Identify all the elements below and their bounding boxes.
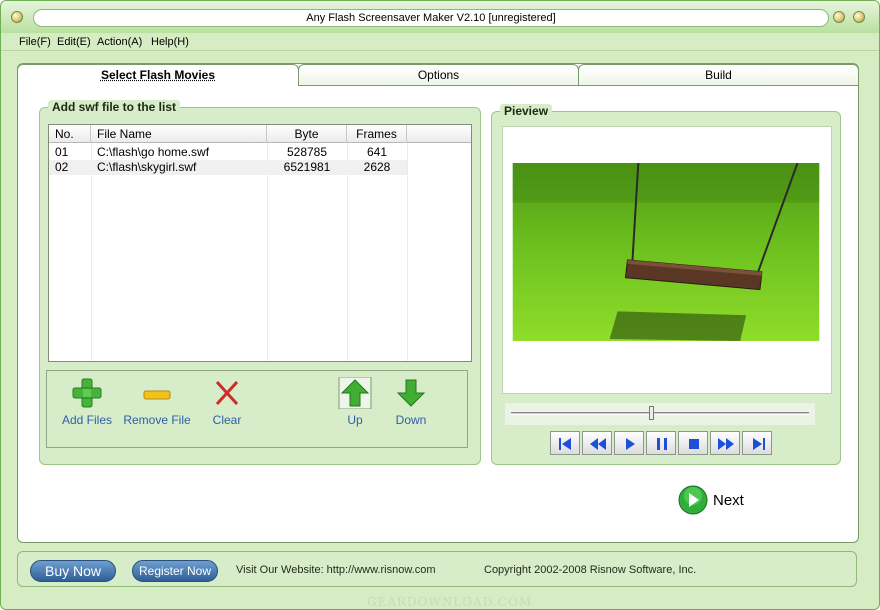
remove-file-button[interactable]: Remove File (121, 377, 193, 427)
last-frame-button[interactable] (742, 431, 772, 455)
file-list[interactable]: No. File Name Byte Frames 01 C:\flash\go… (48, 124, 472, 362)
clear-button[interactable]: Clear (207, 377, 247, 427)
skip-end-icon (753, 438, 765, 450)
player-controls (550, 431, 774, 457)
column-header-no[interactable]: No. (49, 125, 91, 143)
file-list-group-title: Add swf file to the list (48, 100, 181, 114)
menu-edit[interactable]: Edit(E) (57, 35, 91, 49)
play-button[interactable] (614, 431, 644, 455)
buy-now-button[interactable]: Buy Now (30, 560, 116, 582)
cell-no: 01 (55, 145, 69, 159)
preview-group-title: Pieview (500, 104, 553, 118)
preview-seek-slider[interactable] (505, 403, 815, 425)
pause-button[interactable] (646, 431, 676, 455)
next-label: Next (713, 492, 744, 509)
clear-label: Clear (212, 413, 242, 427)
watermark-text: GEARDOWNLOAD.COM (367, 595, 533, 609)
close-icon[interactable] (853, 11, 865, 23)
first-frame-button[interactable] (550, 431, 580, 455)
title-bar: Any Flash Screensaver Maker V2.10 [unreg… (1, 1, 879, 33)
cell-file-name: C:\flash\go home.swf (97, 145, 210, 159)
skip-start-icon (559, 438, 571, 450)
arrow-up-icon (338, 377, 372, 409)
footer-bar: Buy Now Register Now Visit Our Website: … (17, 551, 857, 587)
column-header-frames[interactable]: Frames (347, 125, 407, 143)
next-button[interactable]: Next (678, 485, 758, 515)
add-icon (72, 378, 102, 408)
file-tools-toolbar: Add Files Remove File Clear Up Down (46, 370, 468, 448)
rewind-button[interactable] (582, 431, 612, 455)
system-menu-icon[interactable] (11, 11, 23, 23)
column-header-file-name[interactable]: File Name (91, 125, 267, 143)
table-row[interactable]: 02 C:\flash\skygirl.swf 6521981 2628 (49, 160, 407, 175)
move-up-button[interactable]: Up (337, 377, 373, 427)
table-row[interactable]: 01 C:\flash\go home.swf 528785 641 (49, 145, 407, 160)
next-arrow-icon (678, 485, 708, 515)
fast-forward-button[interactable] (710, 431, 740, 455)
minimize-icon[interactable] (833, 11, 845, 23)
register-now-button[interactable]: Register Now (132, 560, 218, 582)
grid-line (347, 143, 348, 361)
add-files-button[interactable]: Add Files (57, 377, 117, 427)
cell-no: 02 (55, 160, 69, 174)
clear-x-icon (215, 380, 239, 406)
minus-icon (143, 390, 171, 400)
move-down-button[interactable]: Down (391, 377, 431, 427)
stop-icon (689, 439, 699, 449)
pause-icon (657, 438, 667, 450)
grid-line (267, 143, 268, 361)
window-title: Any Flash Screensaver Maker V2.10 [unreg… (33, 9, 829, 27)
arrow-down-icon (396, 379, 426, 407)
app-window: Any Flash Screensaver Maker V2.10 [unreg… (0, 0, 880, 610)
column-header-byte[interactable]: Byte (267, 125, 347, 143)
file-list-header: No. File Name Byte Frames (49, 125, 471, 143)
add-files-label: Add Files (61, 413, 113, 427)
cell-byte: 528785 (286, 145, 328, 159)
website-link[interactable]: Visit Our Website: http://www.risnow.com (236, 564, 436, 576)
tab-select-flash-movies[interactable]: Select Flash Movies (17, 64, 299, 86)
swing-preview-image (512, 163, 820, 341)
cell-frames: 641 (366, 145, 388, 159)
down-label: Down (395, 413, 427, 427)
fast-forward-icon (718, 438, 734, 450)
grid-line (407, 143, 408, 361)
menu-action[interactable]: Action(A) (97, 35, 142, 49)
menu-help[interactable]: Help(H) (151, 35, 189, 49)
tab-divider (298, 85, 859, 86)
cell-frames: 2628 (363, 160, 391, 174)
slider-track-line (511, 412, 809, 415)
copyright-text: Copyright 2002-2008 Risnow Software, Inc… (484, 564, 697, 576)
up-label: Up (347, 413, 363, 427)
stop-button[interactable] (678, 431, 708, 455)
rewind-icon (590, 438, 606, 450)
menu-bar: File(F) Edit(E) Action(A) Help(H) (1, 33, 879, 51)
play-icon (626, 438, 635, 450)
cell-file-name: C:\flash\skygirl.swf (97, 160, 197, 174)
tab-build[interactable]: Build (578, 64, 859, 86)
cell-byte: 6521981 (283, 160, 331, 174)
grid-line (91, 143, 92, 361)
tab-options[interactable]: Options (298, 64, 579, 86)
menu-file[interactable]: File(F) (19, 35, 51, 49)
slider-thumb[interactable] (648, 406, 654, 420)
file-list-group: Add swf file to the list No. File Name B… (39, 100, 481, 465)
remove-file-label: Remove File (123, 413, 191, 427)
preview-panel (502, 126, 832, 394)
